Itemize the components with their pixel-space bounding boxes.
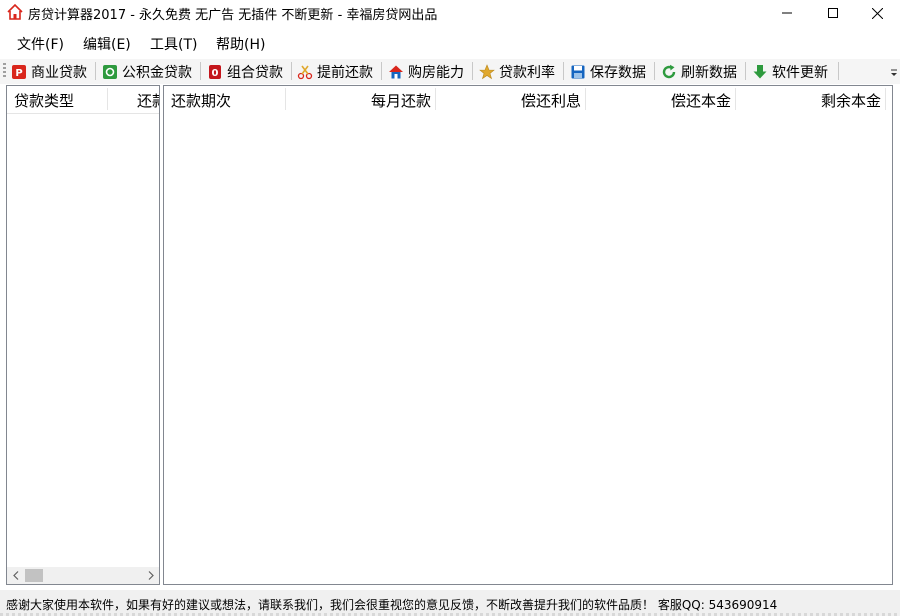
commercial-loan-label: 商业贷款: [31, 64, 87, 81]
toolbar-separator: [472, 62, 473, 80]
refresh-data-label: 刷新数据: [681, 64, 737, 81]
menu-tools[interactable]: 工具(T): [150, 34, 197, 54]
status-message: 感谢大家使用本软件，如果有好的建议或想法，请联系我们，我们会很重视您的意见反馈，…: [6, 598, 778, 612]
provident-fund-icon: [103, 64, 117, 79]
toolbar-separator: [200, 62, 201, 80]
prepayment-icon: [297, 65, 313, 79]
table-header: 还款期次 每月还款 偿还利息 偿还本金 剩余本金: [164, 86, 892, 114]
menu-bar: 文件(F) 编辑(E) 工具(T) 帮助(H): [0, 30, 900, 56]
column-header-monthly-payment[interactable]: 每月还款: [286, 90, 431, 111]
loan-type-list[interactable]: 贷款类型 还款: [6, 85, 160, 585]
svg-text:0: 0: [212, 68, 219, 79]
toolbar: P 商业贷款 公积金贷款 0 组合贷款 提前还款 购房能力 贷款利率 保存数据 …: [0, 59, 900, 84]
combined-loan-label: 组合贷款: [227, 64, 283, 81]
chevron-right-icon: [148, 571, 154, 580]
software-update-label: 软件更新: [772, 64, 828, 81]
provident-fund-label: 公积金贷款: [122, 64, 192, 81]
maximize-button[interactable]: [810, 0, 856, 26]
toolbar-overflow-icon[interactable]: [889, 65, 899, 79]
commercial-loan-icon: P: [12, 64, 26, 79]
loan-rate-label: 贷款利率: [499, 64, 555, 81]
prepayment-label: 提前还款: [317, 64, 373, 81]
home-affordability-label: 购房能力: [408, 64, 464, 81]
column-header-interest[interactable]: 偿还利息: [436, 90, 581, 111]
column-header-remaining-principal[interactable]: 剩余本金: [736, 90, 881, 111]
house-icon: [7, 3, 23, 20]
save-data-label: 保存数据: [590, 64, 646, 81]
software-update-button[interactable]: 软件更新: [752, 61, 828, 82]
toolbar-grip[interactable]: [3, 63, 6, 79]
column-divider[interactable]: [885, 88, 886, 110]
toolbar-separator: [654, 62, 655, 80]
maximize-icon: [828, 8, 838, 18]
minimize-button[interactable]: [764, 0, 810, 26]
close-icon: [871, 7, 883, 19]
list-header: 贷款类型 还款: [7, 86, 159, 114]
refresh-data-button[interactable]: 刷新数据: [661, 61, 737, 82]
toolbar-separator: [838, 62, 839, 80]
minimize-icon: [782, 12, 792, 14]
home-affordability-icon: [389, 65, 403, 78]
column-header-period[interactable]: 还款期次: [171, 90, 231, 111]
column-header-repayment[interactable]: 还款: [137, 90, 159, 111]
toolbar-separator: [95, 62, 96, 80]
horizontal-scrollbar[interactable]: [7, 567, 159, 584]
star-icon: [479, 63, 495, 79]
home-affordability-button[interactable]: 购房能力: [388, 61, 464, 82]
menu-file[interactable]: 文件(F): [17, 34, 64, 54]
svg-text:P: P: [15, 68, 22, 79]
save-data-button[interactable]: 保存数据: [570, 61, 646, 82]
prepayment-button[interactable]: 提前还款: [297, 61, 373, 82]
loan-rate-button[interactable]: 贷款利率: [479, 61, 555, 82]
toolbar-separator: [563, 62, 564, 80]
menu-edit[interactable]: 编辑(E): [83, 34, 131, 54]
toolbar-separator: [381, 62, 382, 80]
close-button[interactable]: [854, 0, 900, 26]
toolbar-separator: [745, 62, 746, 80]
scroll-left-button[interactable]: [7, 567, 24, 584]
refresh-icon: [662, 64, 676, 78]
title-bar[interactable]: 房贷计算器2017 - 永久免费 无广告 无插件 不断更新 - 幸福房贷网出品: [0, 0, 900, 26]
provident-fund-button[interactable]: 公积金贷款: [102, 61, 192, 82]
column-header-principal[interactable]: 偿还本金: [586, 90, 731, 111]
window-title: 房贷计算器2017 - 永久免费 无广告 无插件 不断更新 - 幸福房贷网出品: [28, 8, 438, 23]
column-header-loan-type[interactable]: 贷款类型: [14, 90, 74, 111]
save-icon: [571, 65, 585, 78]
column-divider[interactable]: [107, 88, 108, 110]
combined-loan-button[interactable]: 0 组合贷款: [207, 61, 283, 82]
commercial-loan-button[interactable]: P 商业贷款: [11, 61, 87, 82]
toolbar-separator: [291, 62, 292, 80]
scroll-thumb[interactable]: [25, 569, 43, 582]
combined-loan-icon: 0: [209, 64, 221, 79]
menu-help[interactable]: 帮助(H): [216, 34, 265, 54]
chevron-left-icon: [12, 571, 18, 580]
scroll-right-button[interactable]: [142, 567, 159, 584]
repayment-schedule-table[interactable]: 还款期次 每月还款 偿还利息 偿还本金 剩余本金: [163, 85, 893, 585]
status-bar: 感谢大家使用本软件，如果有好的建议或想法，请联系我们，我们会很重视您的意见反馈，…: [0, 590, 900, 616]
download-arrow-icon: [753, 64, 767, 78]
